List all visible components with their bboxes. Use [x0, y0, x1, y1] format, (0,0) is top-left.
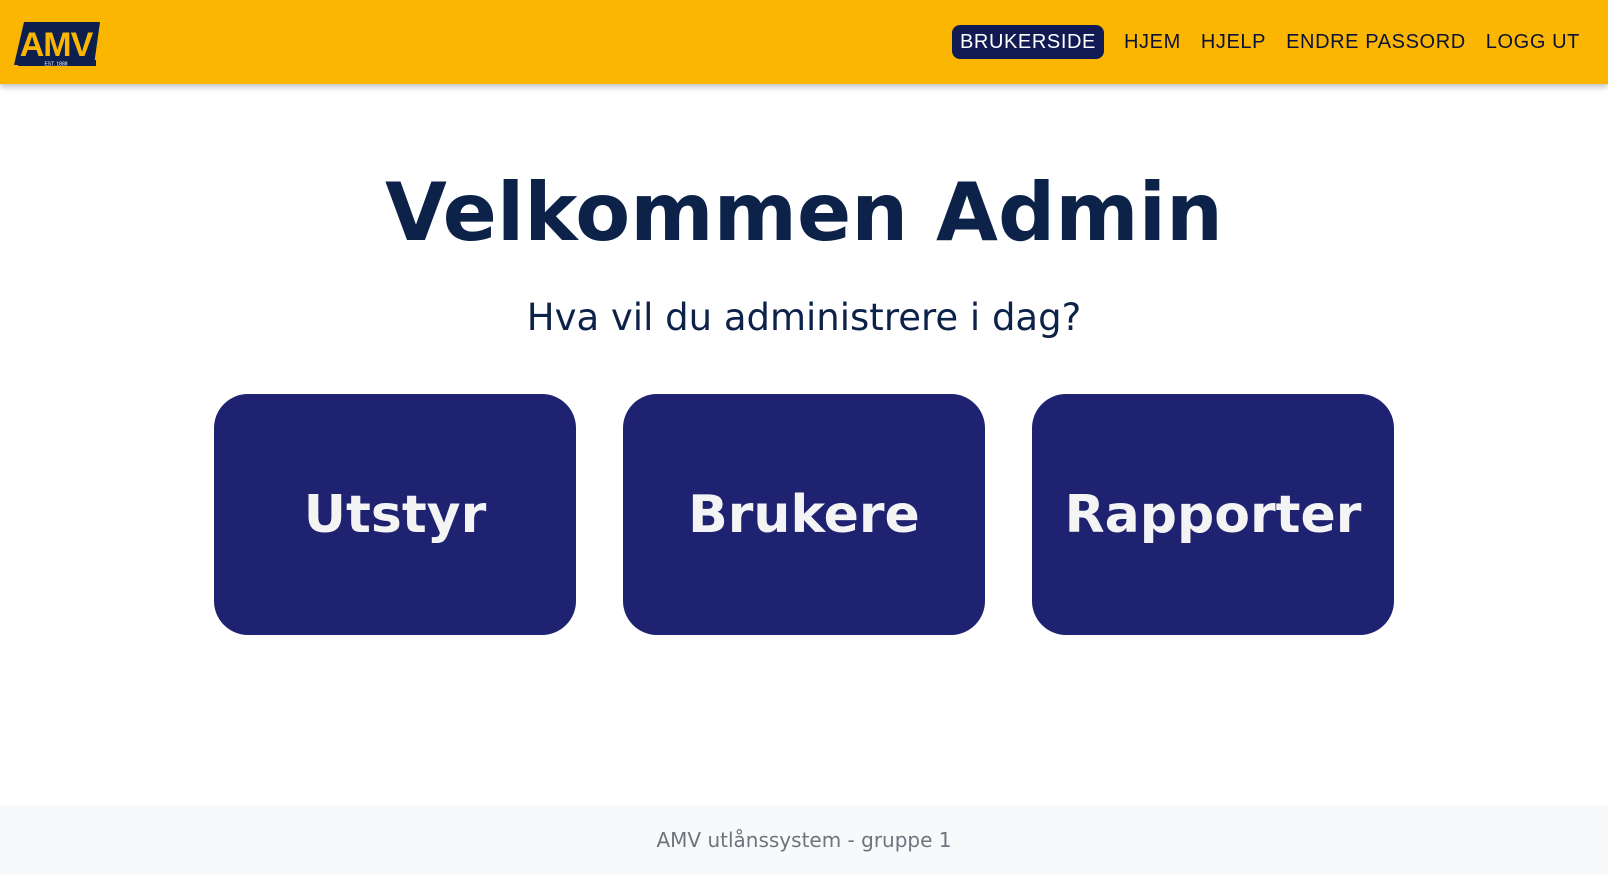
- footer-text: AMV utlånssystem - gruppe 1: [656, 827, 952, 852]
- brukere-card-button[interactable]: Brukere: [623, 394, 985, 635]
- nav-brukerside[interactable]: BRUKERSIDE: [951, 25, 1104, 59]
- nav-hjem[interactable]: HJEM: [1116, 25, 1189, 59]
- rapporter-card-label: Rapporter: [1064, 484, 1362, 545]
- top-navbar: AMV EST. 1888 BRUKERSIDE HJEM HJELP ENDR…: [0, 0, 1608, 84]
- svg-text:EST. 1888: EST. 1888: [44, 62, 67, 68]
- utstyr-card-button[interactable]: Utstyr: [214, 394, 576, 635]
- main-nav: BRUKERSIDE HJEM HJELP ENDRE PASSORD LOGG…: [951, 24, 1588, 60]
- nav-logg-ut[interactable]: LOGG UT: [1478, 25, 1588, 59]
- nav-hjelp[interactable]: HJELP: [1193, 25, 1274, 59]
- utstyr-card-label: Utstyr: [303, 484, 487, 545]
- rapporter-card-button[interactable]: Rapporter: [1032, 394, 1394, 635]
- main-content: Velkommen Admin Hva vil du administrere …: [0, 84, 1608, 804]
- amv-logo[interactable]: AMV EST. 1888: [12, 20, 102, 70]
- page-footer: AMV utlånssystem - gruppe 1: [0, 805, 1608, 874]
- page-subtitle: Hva vil du administrere i dag?: [526, 296, 1082, 339]
- brukere-card-label: Brukere: [688, 484, 920, 545]
- svg-text:AMV: AMV: [20, 26, 94, 64]
- amv-logo-image: AMV EST. 1888: [14, 22, 100, 68]
- nav-endre-passord[interactable]: ENDRE PASSORD: [1278, 25, 1474, 59]
- page-title: Velkommen Admin: [385, 166, 1223, 259]
